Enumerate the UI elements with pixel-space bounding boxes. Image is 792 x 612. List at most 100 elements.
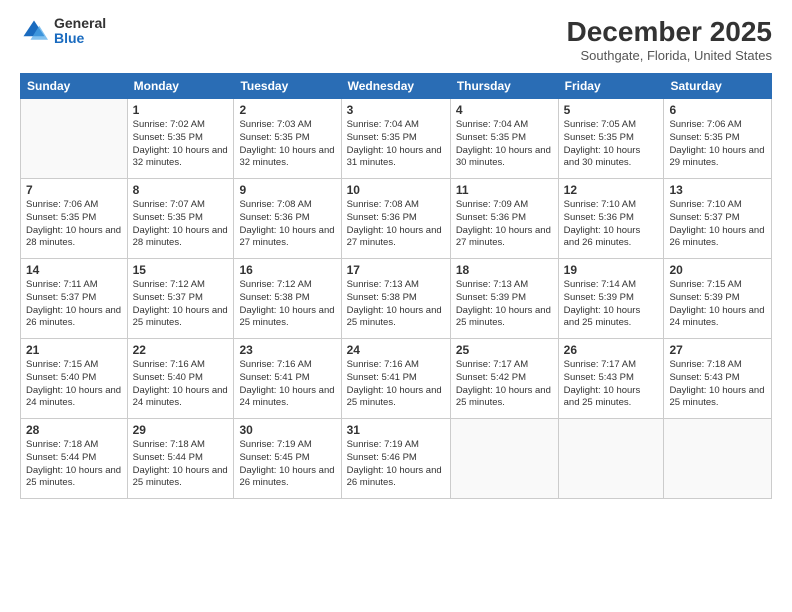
month-title: December 2025 xyxy=(567,16,772,48)
calendar-cell: 6 Sunrise: 7:06 AM Sunset: 5:35 PM Daylig… xyxy=(664,99,772,179)
calendar-cell: 21Sunrise: 7:15 AM Sunset: 5:40 PM Dayli… xyxy=(21,339,128,419)
calendar-cell xyxy=(21,99,128,179)
calendar-week-row: 21Sunrise: 7:15 AM Sunset: 5:40 PM Dayli… xyxy=(21,339,772,419)
day-number: 9 xyxy=(239,183,335,197)
day-number: 24 xyxy=(347,343,445,357)
day-number: 1 xyxy=(133,103,229,117)
day-info: Sunrise: 7:10 AM Sunset: 5:36 PM Dayligh… xyxy=(564,199,659,250)
weekday-header: Sunday xyxy=(21,74,128,99)
day-number: 11 xyxy=(456,183,553,197)
logo-icon xyxy=(20,17,48,45)
calendar-cell: 7Sunrise: 7:06 AM Sunset: 5:35 PM Daylig… xyxy=(21,179,128,259)
day-number: 3 xyxy=(347,103,445,117)
weekday-header: Tuesday xyxy=(234,74,341,99)
day-info: Sunrise: 7:15 AM Sunset: 5:39 PM Dayligh… xyxy=(669,279,766,330)
calendar-cell: 1 Sunrise: 7:02 AM Sunset: 5:35 PM Daylig… xyxy=(127,99,234,179)
logo-text: General Blue xyxy=(54,16,106,47)
calendar-cell: 19Sunrise: 7:14 AM Sunset: 5:39 PM Dayli… xyxy=(558,259,664,339)
day-info: Sunrise: 7:11 AM Sunset: 5:37 PM Dayligh… xyxy=(26,279,122,330)
calendar-cell: 30 Sunrise: 7:19 AM Sunset: 5:45 PM Dayli… xyxy=(234,419,341,499)
day-number: 14 xyxy=(26,263,122,277)
calendar-cell: 28 Sunrise: 7:18 AM Sunset: 5:44 PM Dayli… xyxy=(21,419,128,499)
day-info: Sunrise: 7:14 AM Sunset: 5:39 PM Dayligh… xyxy=(564,279,659,330)
day-number: 27 xyxy=(669,343,766,357)
day-info: Sunrise: 7:17 AM Sunset: 5:43 PM Dayligh… xyxy=(564,359,659,410)
day-number: 23 xyxy=(239,343,335,357)
logo-blue-text: Blue xyxy=(54,31,106,46)
calendar-cell: 20Sunrise: 7:15 AM Sunset: 5:39 PM Dayli… xyxy=(664,259,772,339)
day-info: Sunrise: 7:02 AM Sunset: 5:35 PM Dayligh… xyxy=(133,119,229,170)
calendar-cell xyxy=(664,419,772,499)
calendar-cell: 3 Sunrise: 7:04 AM Sunset: 5:35 PM Daylig… xyxy=(341,99,450,179)
day-info: Sunrise: 7:04 AM Sunset: 5:35 PM Dayligh… xyxy=(347,119,445,170)
day-info: Sunrise: 7:16 AM Sunset: 5:41 PM Dayligh… xyxy=(239,359,335,410)
day-number: 17 xyxy=(347,263,445,277)
day-number: 30 xyxy=(239,423,335,437)
calendar-cell: 18 Sunrise: 7:13 AM Sunset: 5:39 PM Dayli… xyxy=(450,259,558,339)
title-block: December 2025 Southgate, Florida, United… xyxy=(567,16,772,63)
day-info: Sunrise: 7:10 AM Sunset: 5:37 PM Dayligh… xyxy=(669,199,766,250)
logo-general-text: General xyxy=(54,16,106,31)
weekday-header: Wednesday xyxy=(341,74,450,99)
calendar-cell: 10 Sunrise: 7:08 AM Sunset: 5:36 PM Dayli… xyxy=(341,179,450,259)
day-number: 6 xyxy=(669,103,766,117)
calendar-cell: 26 Sunrise: 7:17 AM Sunset: 5:43 PM Dayli… xyxy=(558,339,664,419)
calendar-cell: 5Sunrise: 7:05 AM Sunset: 5:35 PM Daylig… xyxy=(558,99,664,179)
calendar-week-row: 1 Sunrise: 7:02 AM Sunset: 5:35 PM Daylig… xyxy=(21,99,772,179)
page-header: General Blue December 2025 Southgate, Fl… xyxy=(20,16,772,63)
day-info: Sunrise: 7:08 AM Sunset: 5:36 PM Dayligh… xyxy=(347,199,445,250)
calendar-cell: 14 Sunrise: 7:11 AM Sunset: 5:37 PM Dayli… xyxy=(21,259,128,339)
day-number: 25 xyxy=(456,343,553,357)
day-number: 12 xyxy=(564,183,659,197)
calendar-cell: 16Sunrise: 7:12 AM Sunset: 5:38 PM Dayli… xyxy=(234,259,341,339)
day-number: 10 xyxy=(347,183,445,197)
calendar-cell: 22Sunrise: 7:16 AM Sunset: 5:40 PM Dayli… xyxy=(127,339,234,419)
day-number: 28 xyxy=(26,423,122,437)
day-info: Sunrise: 7:18 AM Sunset: 5:44 PM Dayligh… xyxy=(133,439,229,490)
page-container: General Blue December 2025 Southgate, Fl… xyxy=(0,0,792,612)
weekday-header: Monday xyxy=(127,74,234,99)
day-number: 8 xyxy=(133,183,229,197)
calendar-cell: 8 Sunrise: 7:07 AM Sunset: 5:35 PM Daylig… xyxy=(127,179,234,259)
day-info: Sunrise: 7:18 AM Sunset: 5:44 PM Dayligh… xyxy=(26,439,122,490)
day-number: 13 xyxy=(669,183,766,197)
day-number: 15 xyxy=(133,263,229,277)
weekday-header: Thursday xyxy=(450,74,558,99)
day-info: Sunrise: 7:17 AM Sunset: 5:42 PM Dayligh… xyxy=(456,359,553,410)
calendar-cell: 2Sunrise: 7:03 AM Sunset: 5:35 PM Daylig… xyxy=(234,99,341,179)
calendar-cell: 13 Sunrise: 7:10 AM Sunset: 5:37 PM Dayli… xyxy=(664,179,772,259)
day-number: 4 xyxy=(456,103,553,117)
day-number: 21 xyxy=(26,343,122,357)
day-info: Sunrise: 7:08 AM Sunset: 5:36 PM Dayligh… xyxy=(239,199,335,250)
day-info: Sunrise: 7:16 AM Sunset: 5:41 PM Dayligh… xyxy=(347,359,445,410)
day-info: Sunrise: 7:13 AM Sunset: 5:38 PM Dayligh… xyxy=(347,279,445,330)
day-info: Sunrise: 7:07 AM Sunset: 5:35 PM Dayligh… xyxy=(133,199,229,250)
day-info: Sunrise: 7:06 AM Sunset: 5:35 PM Dayligh… xyxy=(26,199,122,250)
calendar-week-row: 7Sunrise: 7:06 AM Sunset: 5:35 PM Daylig… xyxy=(21,179,772,259)
day-number: 29 xyxy=(133,423,229,437)
day-info: Sunrise: 7:19 AM Sunset: 5:45 PM Dayligh… xyxy=(239,439,335,490)
calendar-cell: 24 Sunrise: 7:16 AM Sunset: 5:41 PM Dayli… xyxy=(341,339,450,419)
calendar-cell: 9 Sunrise: 7:08 AM Sunset: 5:36 PM Daylig… xyxy=(234,179,341,259)
day-info: Sunrise: 7:09 AM Sunset: 5:36 PM Dayligh… xyxy=(456,199,553,250)
calendar-cell xyxy=(450,419,558,499)
day-info: Sunrise: 7:12 AM Sunset: 5:38 PM Dayligh… xyxy=(239,279,335,330)
day-info: Sunrise: 7:04 AM Sunset: 5:35 PM Dayligh… xyxy=(456,119,553,170)
calendar-cell: 29 Sunrise: 7:18 AM Sunset: 5:44 PM Dayli… xyxy=(127,419,234,499)
location-text: Southgate, Florida, United States xyxy=(567,48,772,63)
day-number: 26 xyxy=(564,343,659,357)
weekday-header: Saturday xyxy=(664,74,772,99)
day-info: Sunrise: 7:13 AM Sunset: 5:39 PM Dayligh… xyxy=(456,279,553,330)
calendar-cell: 12 Sunrise: 7:10 AM Sunset: 5:36 PM Dayli… xyxy=(558,179,664,259)
day-number: 31 xyxy=(347,423,445,437)
day-number: 18 xyxy=(456,263,553,277)
logo: General Blue xyxy=(20,16,106,47)
calendar-table: SundayMondayTuesdayWednesdayThursdayFrid… xyxy=(20,73,772,499)
calendar-cell: 25 Sunrise: 7:17 AM Sunset: 5:42 PM Dayli… xyxy=(450,339,558,419)
day-info: Sunrise: 7:06 AM Sunset: 5:35 PM Dayligh… xyxy=(669,119,766,170)
calendar-cell: 15Sunrise: 7:12 AM Sunset: 5:37 PM Dayli… xyxy=(127,259,234,339)
calendar-cell xyxy=(558,419,664,499)
calendar-week-row: 14 Sunrise: 7:11 AM Sunset: 5:37 PM Dayli… xyxy=(21,259,772,339)
day-number: 2 xyxy=(239,103,335,117)
calendar-cell: 31Sunrise: 7:19 AM Sunset: 5:46 PM Dayli… xyxy=(341,419,450,499)
